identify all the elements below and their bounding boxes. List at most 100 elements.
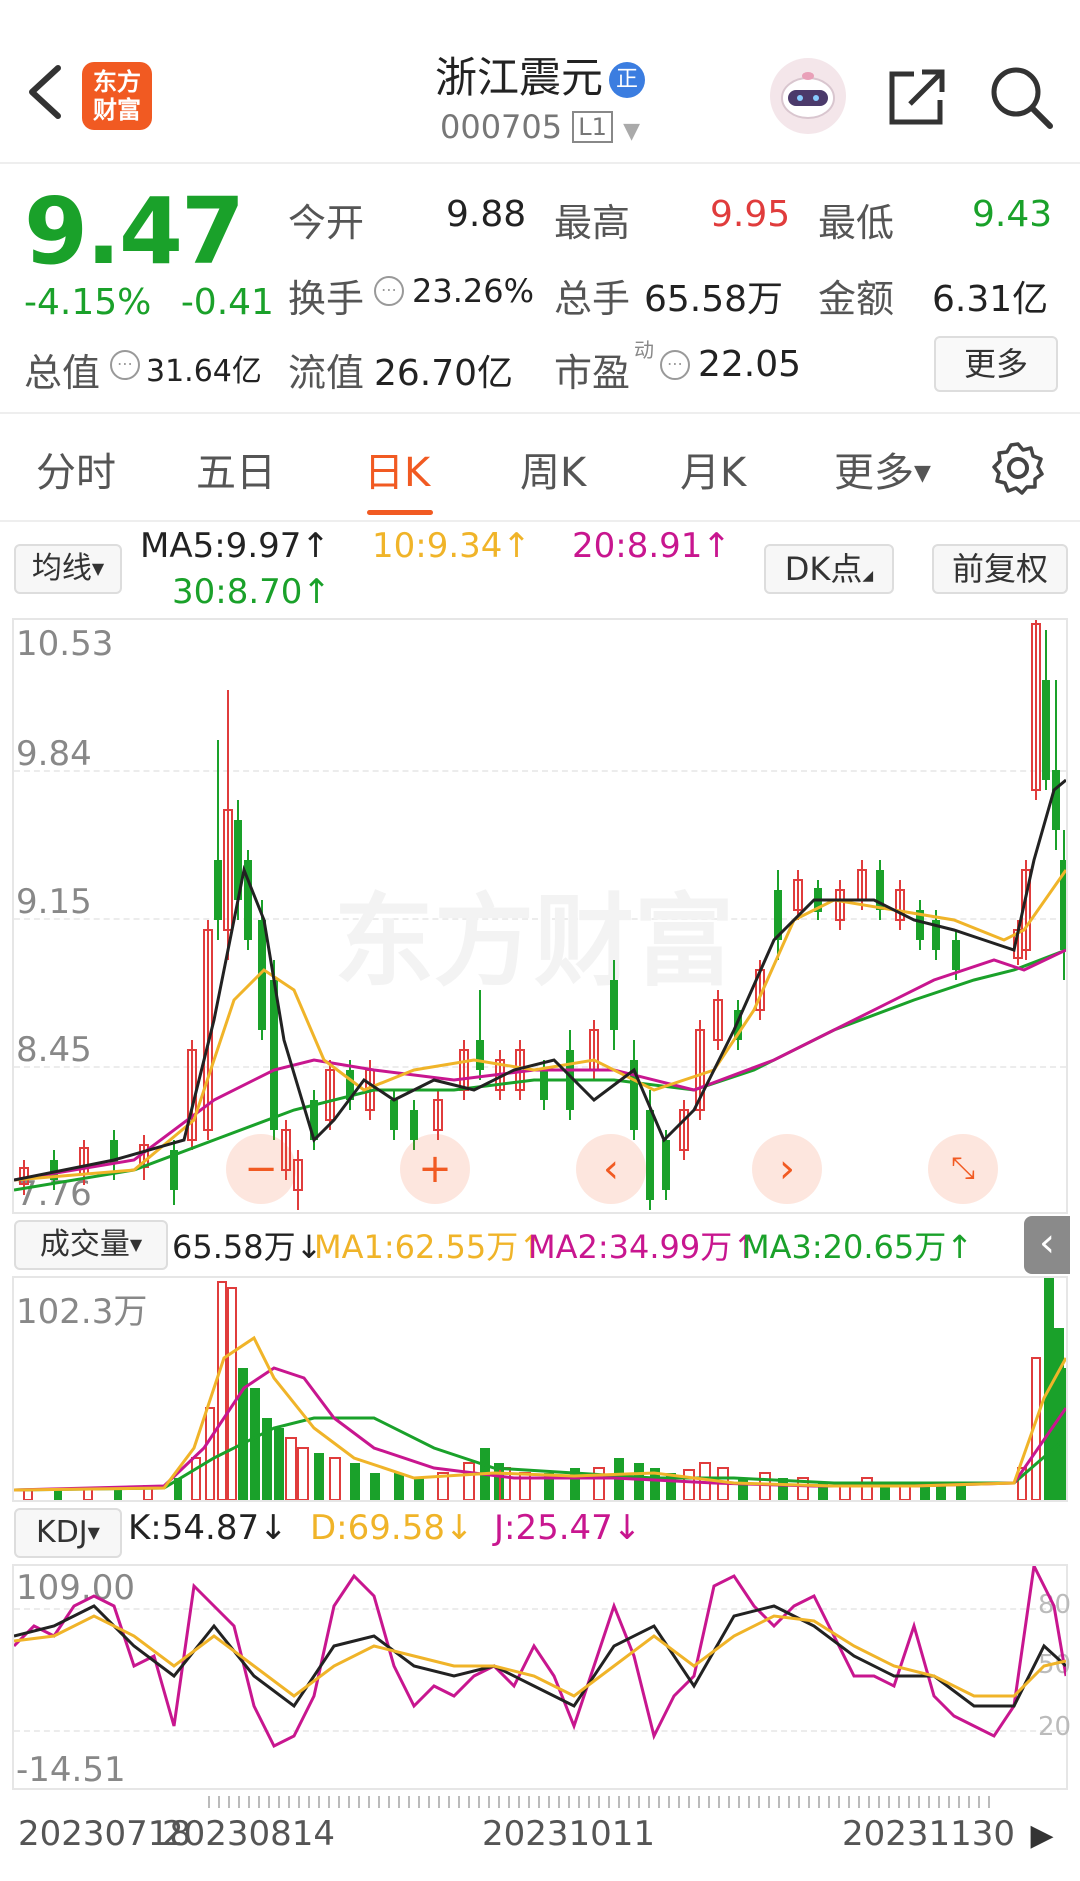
kdj-k-value: K:54.87↓ [128, 1508, 288, 1548]
forward-adjust-button[interactable]: 前复权 [932, 544, 1068, 594]
tab-monthly-k[interactable]: 月K [680, 440, 746, 498]
ma5-text: MA5:9.97 [140, 526, 302, 566]
kdj-k-text: K:54.87 [128, 1508, 260, 1548]
kdj-indicator-selector[interactable]: KDJ▼ [14, 1508, 122, 1558]
kdj-d-value: D:69.58↓ [310, 1508, 474, 1548]
stock-title: 浙江震元正 [360, 44, 720, 105]
volume-indicator-selector[interactable]: 成交量▼ [14, 1220, 168, 1270]
next-date-arrow-icon[interactable]: ▶ [1022, 1814, 1062, 1858]
turnover-label: 换手 [288, 277, 365, 321]
search-icon[interactable] [988, 64, 1054, 130]
caret-down-icon: ▼ [914, 461, 931, 486]
change-percent: -4.15% [24, 282, 152, 323]
tab-daily-k[interactable]: 日K [364, 440, 430, 498]
share-icon[interactable] [884, 66, 948, 130]
vol-ma3: MA3:20.65万↑ [742, 1228, 974, 1266]
tab-five-day[interactable]: 五日 [196, 440, 276, 498]
mcap-label: 总值 [24, 351, 101, 395]
vol-ma2-text: MA2:34.99万 [528, 1228, 733, 1266]
active-tab-indicator [367, 510, 433, 515]
kdj-chart [14, 1566, 1066, 1749]
vol-ma3-text: MA3:20.65万 [742, 1228, 947, 1266]
zoom-out-button[interactable]: − [226, 1134, 296, 1204]
stock-code-line: 000705 L1 ▼ [400, 108, 680, 146]
ma5-value: MA5:9.97↑ [140, 526, 330, 566]
dk-label: DK点 [784, 550, 863, 588]
high-value: 9.95 [710, 194, 791, 235]
caret-down-icon: ▼ [129, 1235, 143, 1254]
pe-value: 22.05 [698, 344, 802, 385]
volume-value: 65.58万 [644, 279, 784, 320]
ma10-value: 10:9.34↑ [372, 526, 531, 566]
volume-chart [14, 1278, 1066, 1500]
kdj-panel[interactable]: 109.00 -14.51 80 50 20 [12, 1564, 1071, 1790]
price-change: -4.15% -0.41 [24, 282, 274, 323]
volume-value: 65.58万↓ [172, 1228, 323, 1266]
caret-down-icon: ▼ [87, 1523, 100, 1542]
ma5-line [14, 778, 1066, 1182]
tab-more[interactable]: 更多▼ [834, 440, 931, 498]
pe-label: 市盈 [554, 351, 631, 395]
more-quote-button[interactable]: 更多 [934, 336, 1058, 392]
low-label: 最低 [818, 201, 895, 245]
info-dots-icon[interactable]: ⋯ [660, 350, 690, 380]
vol-ma1-line [14, 1335, 1066, 1492]
date-label: 20231130 [842, 1814, 1016, 1854]
candlestick-chart [14, 620, 1066, 1210]
stock-code: 000705 [439, 108, 563, 146]
ma30-value: 30:8.70↑ [172, 572, 331, 612]
fullscreen-expand-icon[interactable]: ⤡ [928, 1134, 998, 1204]
settings-gear-icon[interactable] [990, 440, 1046, 496]
float-value: 26.70亿 [374, 353, 514, 394]
app-logo[interactable]: 东方 财富 [82, 62, 152, 130]
info-dots-icon[interactable]: ⋯ [374, 276, 404, 306]
tab-weekly-k[interactable]: 周K [520, 440, 586, 498]
dk-point-button[interactable]: DK点◢ [764, 544, 894, 594]
dropdown-triangle-icon[interactable]: ▼ [623, 119, 640, 144]
zoom-in-button[interactable]: + [400, 1134, 470, 1204]
caret-down-icon: ▼ [91, 559, 105, 578]
amount-value: 6.31亿 [932, 279, 1049, 320]
volume-selector-label: 成交量 [39, 1227, 130, 1262]
volume-label: 总手 [554, 277, 631, 321]
indicator-selector[interactable]: 均线▼ [14, 544, 122, 594]
volume-value-text: 65.58万 [172, 1228, 296, 1266]
kdj-j-line [14, 1566, 1066, 1749]
divider [0, 412, 1080, 414]
vol-ma2: MA2:34.99万↑ [528, 1228, 760, 1266]
top-header: 东方 财富 浙江震元正 000705 L1 ▼ [0, 0, 1080, 164]
open-value: 9.88 [446, 194, 527, 235]
scrollbar-ticks[interactable] [208, 1796, 998, 1808]
volume-bars-up [23, 1281, 1041, 1500]
date-label: 20231011 [482, 1814, 656, 1854]
vol-ma1-text: MA1:62.55万 [314, 1228, 519, 1266]
scroll-right-button[interactable]: › [752, 1134, 822, 1204]
mcap-value: 31.64亿 [146, 354, 262, 389]
kdj-d-text: D:69.58 [310, 1508, 445, 1548]
robot-assistant-avatar[interactable] [770, 58, 846, 134]
collapse-panel-button[interactable]: ‹ [1024, 1216, 1070, 1274]
kdj-j-text: J:25.47 [494, 1508, 613, 1548]
info-dots-icon[interactable]: ⋯ [110, 350, 140, 380]
ma10-text: 10:9.34 [372, 526, 503, 566]
amount-label: 金额 [818, 277, 895, 321]
change-amount: -0.41 [180, 282, 274, 323]
current-price: 9.47 [24, 178, 245, 285]
date-axis: 20230718 20230814 20231011 20231130 ▶ [12, 1796, 1068, 1880]
kdj-selector-label: KDJ [36, 1515, 88, 1550]
logo-text-bottom: 财富 [93, 96, 141, 124]
tab-minute[interactable]: 分时 [36, 440, 116, 498]
kline-panel[interactable]: 东方财富 10.53 9.84 9.15 8.45 7.76 − + ‹ › ⤡ [12, 618, 1068, 1214]
back-arrow-icon[interactable] [22, 62, 70, 122]
ma20-value: 20:8.91↑ [572, 526, 731, 566]
float-label: 流值 [288, 351, 365, 395]
scroll-left-button[interactable]: ‹ [576, 1134, 646, 1204]
ma20-text: 20:8.91 [572, 526, 703, 566]
ma30-text: 30:8.70 [172, 572, 303, 612]
regular-badge: 正 [609, 62, 645, 98]
kdj-j-value: J:25.47↓ [494, 1508, 642, 1548]
open-label: 今开 [288, 201, 365, 245]
volume-panel[interactable]: 102.3万 [12, 1276, 1068, 1502]
date-label: 20230814 [162, 1814, 336, 1854]
candles [19, 620, 1066, 1210]
